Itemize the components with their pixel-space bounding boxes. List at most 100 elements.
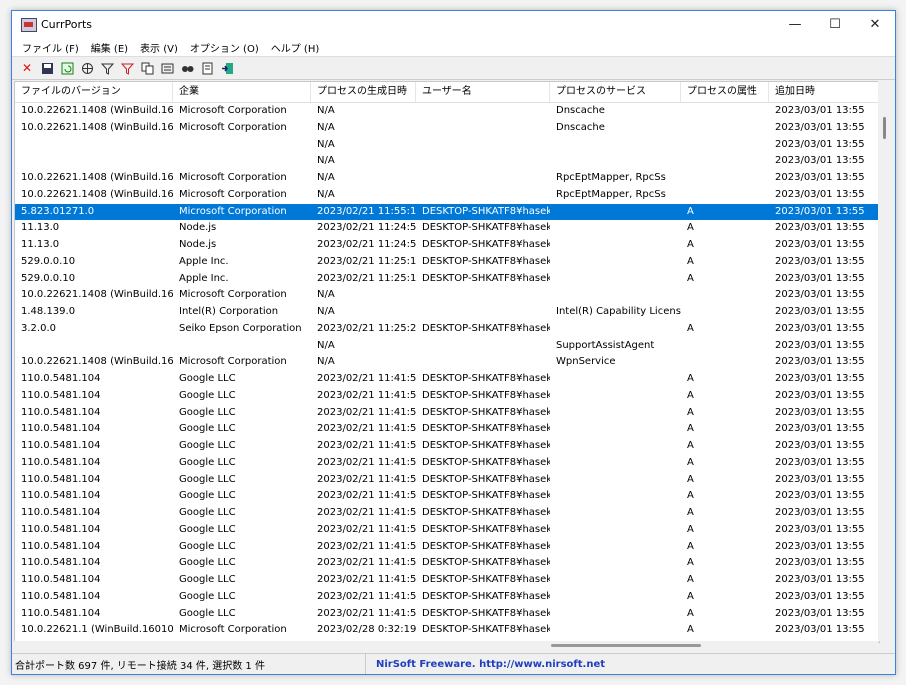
table-row[interactable]: 11.13.0 Node.js 2023/02/21 11:24:51 DESKTOP… bbox=[15, 237, 879, 254]
table-row[interactable]: 110.0.5481.104 Google LLC 2023/02/21 11:41… bbox=[15, 522, 879, 539]
table-row[interactable]: 110.0.5481.104 Google LLC 2023/02/21 11:41… bbox=[15, 572, 879, 589]
table-row[interactable]: 110.0.5481.104 Google LLC 2023/02/21 11:41… bbox=[15, 371, 879, 388]
table-cell bbox=[550, 287, 681, 304]
table-row[interactable]: 110.0.5481.104 Google LLC 2023/02/21 11:41… bbox=[15, 405, 879, 422]
menu-view[interactable]: 表示 (V) bbox=[134, 40, 184, 55]
table-cell: DESKTOP-SHKATF8¥hasek bbox=[422, 607, 550, 619]
table-cell: A bbox=[687, 205, 694, 217]
exit-icon[interactable] bbox=[218, 59, 236, 77]
filter-icon[interactable] bbox=[98, 59, 116, 77]
vertical-scroll-thumb[interactable] bbox=[883, 117, 886, 139]
table-cell: DESKTOP-SHKATF8¥hasek bbox=[422, 322, 550, 334]
table-row[interactable]: N/A 2023/03/01 13:55:28 bbox=[15, 153, 879, 170]
table-cell: DESKTOP-SHKATF8¥hasek bbox=[422, 490, 550, 502]
table-cell bbox=[550, 137, 681, 154]
table-row[interactable]: 10.0.22621.1408 (WinBuild.160... Microsof… bbox=[15, 354, 879, 371]
close-button[interactable]: ✕ bbox=[855, 11, 895, 39]
column-header[interactable]: ユーザー名 bbox=[416, 82, 550, 102]
refresh-icon[interactable] bbox=[58, 59, 76, 77]
table-cell bbox=[173, 338, 311, 355]
table-row[interactable]: 10.0.22621.1408 (WinBuild.160... Microsof… bbox=[15, 170, 879, 187]
advanced-filter-icon[interactable] bbox=[118, 59, 136, 77]
column-header[interactable]: 企業 bbox=[173, 82, 311, 102]
table-cell bbox=[416, 170, 550, 187]
table-row[interactable]: 110.0.5481.104 Google LLC 2023/02/21 11:41… bbox=[15, 488, 879, 505]
minimize-button[interactable]: — bbox=[775, 11, 815, 39]
table-row[interactable]: 529.0.0.10 Apple Inc. 2023/02/21 11:25:11 D… bbox=[15, 254, 879, 271]
table-cell: 2023/03/01 13:55:26 bbox=[775, 239, 864, 250]
menu-file[interactable]: ファイル (F) bbox=[16, 40, 85, 55]
table-cell: SupportAssistAgent bbox=[556, 339, 655, 351]
list-header: ファイルのバージョン 企業 プロセスの生成日時 ユーザー名 プロセスのサービス … bbox=[15, 82, 879, 103]
column-header[interactable]: 追加日時 bbox=[769, 82, 864, 102]
table-cell: A bbox=[687, 590, 694, 602]
table-cell: 2023/03/01 13:55:26 bbox=[775, 523, 864, 535]
table-cell: 110.0.5481.104 bbox=[21, 406, 101, 418]
table-cell: Google LLC bbox=[179, 490, 236, 502]
table-row[interactable]: 1.48.139.0 Intel(R) Corporation N/A Intel(R… bbox=[15, 304, 879, 321]
table-cell: 110.0.5481.104 bbox=[21, 540, 101, 552]
app-icon bbox=[21, 18, 37, 32]
table-cell: 2023/03/01 13:55:28 bbox=[775, 138, 864, 150]
table-cell bbox=[15, 338, 173, 355]
table-cell: DESKTOP-SHKATF8¥hasek bbox=[422, 574, 550, 585]
table-row[interactable]: 10.0.22621.1408 (WinBuild.160... Microsof… bbox=[15, 287, 879, 304]
table-row[interactable]: 3.2.0.0 Seiko Epson Corporation 2023/02/21… bbox=[15, 321, 879, 338]
table-row[interactable]: 529.0.0.10 Apple Inc. 2023/02/21 11:25:11 D… bbox=[15, 271, 879, 288]
table-row[interactable]: 5.823.01271.0 Microsoft Corporation 2023/0… bbox=[15, 203, 879, 221]
table-cell: Google LLC bbox=[179, 557, 236, 569]
table-row[interactable]: 10.0.22621.1 (WinBuild.160101... Microsof… bbox=[15, 622, 879, 639]
table-row[interactable]: 110.0.5481.104 Google LLC 2023/02/21 11:41… bbox=[15, 421, 879, 438]
table-cell: N/A bbox=[317, 306, 335, 317]
properties-icon[interactable] bbox=[158, 59, 176, 77]
table-cell bbox=[416, 338, 550, 355]
vertical-scrollbar[interactable] bbox=[878, 81, 893, 641]
column-header[interactable]: ファイルのバージョン bbox=[15, 82, 173, 102]
table-row[interactable]: 10.0.22621.1408 (WinBuild.160... Microsof… bbox=[15, 187, 879, 204]
table-cell: Microsoft Corporation bbox=[179, 356, 287, 368]
save-icon[interactable] bbox=[38, 59, 56, 77]
copy-icon[interactable] bbox=[138, 59, 156, 77]
table-cell: 2023/02/21 11:25:11 bbox=[317, 255, 416, 267]
table-cell: 2023/02/21 11:24:51 bbox=[317, 239, 416, 250]
table-cell: DESKTOP-SHKATF8¥hasek bbox=[422, 272, 550, 284]
horizontal-scroll-thumb[interactable] bbox=[551, 644, 701, 647]
table-cell: 2023/03/01 13:55:28 bbox=[775, 155, 864, 167]
web-icon[interactable] bbox=[78, 59, 96, 77]
html-report-icon[interactable] bbox=[198, 59, 216, 77]
table-cell: 2023/03/01 13:55:26 bbox=[775, 607, 864, 619]
table-row[interactable]: 110.0.5481.104 Google LLC 2023/02/21 11:41… bbox=[15, 539, 879, 556]
horizontal-scrollbar[interactable] bbox=[14, 641, 878, 651]
table-cell bbox=[681, 170, 769, 187]
table-cell: Seiko Epson Corporation bbox=[179, 322, 302, 334]
table-row[interactable]: 10.0.22621.1408 (WinBuild.160... Microsof… bbox=[15, 120, 879, 137]
table-row[interactable]: 110.0.5481.104 Google LLC 2023/02/21 11:41… bbox=[15, 388, 879, 405]
column-header[interactable]: プロセスのサービス bbox=[550, 82, 681, 102]
connections-list[interactable]: ファイルのバージョン 企業 プロセスの生成日時 ユーザー名 プロセスのサービス … bbox=[14, 81, 880, 643]
column-header[interactable]: プロセスの生成日時 bbox=[311, 82, 416, 102]
table-cell: 2023/02/21 11:41:53 bbox=[317, 456, 416, 468]
table-row[interactable]: 110.0.5481.104 Google LLC 2023/02/21 11:41… bbox=[15, 555, 879, 572]
table-cell: DESKTOP-SHKATF8¥hasek bbox=[422, 557, 550, 569]
table-row[interactable]: 110.0.5481.104 Google LLC 2023/02/21 11:41… bbox=[15, 589, 879, 606]
table-row[interactable]: 10.0.22621.1408 (WinBuild.160... Microsof… bbox=[15, 103, 879, 120]
menu-edit[interactable]: 編集 (E) bbox=[85, 40, 134, 55]
menu-options[interactable]: オプション (O) bbox=[184, 40, 265, 55]
maximize-button[interactable]: ☐ bbox=[815, 11, 855, 39]
table-row[interactable]: 11.13.0 Node.js 2023/02/21 11:24:51 DESKTOP… bbox=[15, 220, 879, 237]
nirsoft-link[interactable]: NirSoft Freeware. http://www.nirsoft.net bbox=[365, 654, 605, 674]
table-row[interactable]: 110.0.5481.104 Google LLC 2023/02/21 11:41… bbox=[15, 505, 879, 522]
table-cell: N/A bbox=[317, 188, 335, 200]
table-row[interactable]: 110.0.5481.104 Google LLC 2023/02/21 11:41… bbox=[15, 606, 879, 623]
table-cell: 529.0.0.10 bbox=[21, 272, 76, 284]
table-row[interactable]: N/A SupportAssistAgent 2023/03/01 13:55:26 bbox=[15, 338, 879, 355]
table-row[interactable]: 110.0.5481.104 Google LLC 2023/02/21 11:41… bbox=[15, 455, 879, 472]
table-row[interactable]: 110.0.5481.104 Google LLC 2023/02/21 11:41… bbox=[15, 472, 879, 489]
find-icon[interactable] bbox=[178, 59, 196, 77]
menu-help[interactable]: ヘルプ (H) bbox=[265, 40, 326, 55]
table-row[interactable]: 110.0.5481.104 Google LLC 2023/02/21 11:41… bbox=[15, 438, 879, 455]
column-header[interactable]: プロセスの属性 bbox=[681, 82, 769, 102]
table-row[interactable]: N/A 2023/03/01 13:55:28 bbox=[15, 137, 879, 154]
close-connection-icon[interactable]: ✕ bbox=[18, 59, 36, 77]
table-cell bbox=[550, 321, 681, 338]
